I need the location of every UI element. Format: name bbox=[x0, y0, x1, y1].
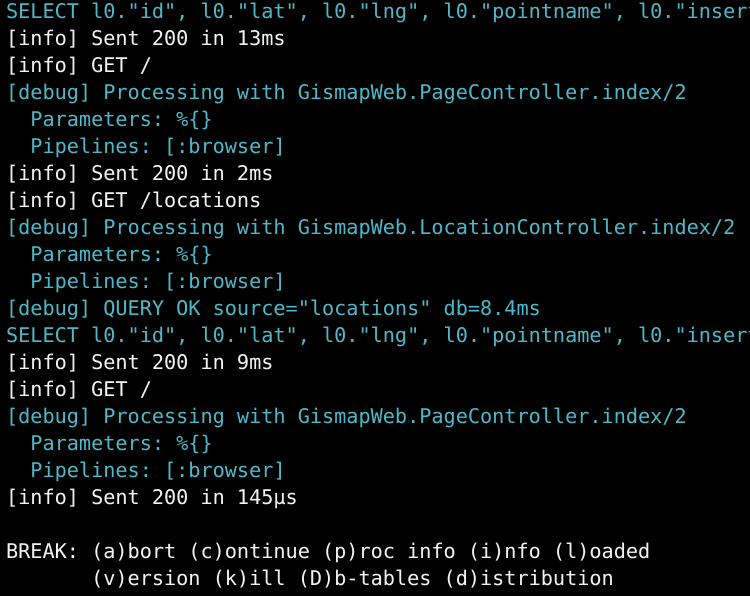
log-line-debug-parameters: Parameters: %{} bbox=[6, 242, 213, 266]
log-line-debug-query: [debug] QUERY OK source="locations" db=8… bbox=[6, 296, 541, 320]
log-line-debug: [debug] Processing with GismapWeb.PageCo… bbox=[6, 404, 687, 428]
log-line-info: [info] Sent 200 in 13ms bbox=[6, 26, 286, 50]
log-line-debug-pipelines: Pipelines: [:browser] bbox=[6, 458, 286, 482]
log-line-debug-pipelines: Pipelines: [:browser] bbox=[6, 269, 286, 293]
log-line-debug: [debug] Processing with GismapWeb.Locati… bbox=[6, 215, 736, 239]
log-line-sql-query: SELECT l0."id", l0."lat", l0."lng", l0."… bbox=[6, 0, 750, 23]
log-line-debug: [debug] Processing with GismapWeb.PageCo… bbox=[6, 80, 687, 104]
log-line-info: [info] GET /locations bbox=[6, 188, 262, 212]
log-line-debug-parameters: Parameters: %{} bbox=[6, 107, 213, 131]
log-line-info: [info] Sent 200 in 2ms bbox=[6, 161, 274, 185]
break-menu-line: (v)ersion (k)ill (D)b-tables (d)istribut… bbox=[6, 566, 614, 590]
log-line-debug-pipelines: Pipelines: [:browser] bbox=[6, 134, 286, 158]
log-line-sql-query: SELECT l0."id", l0."lat", l0."lng", l0."… bbox=[6, 323, 750, 347]
break-menu-line: BREAK: (a)bort (c)ontinue (p)roc info (i… bbox=[6, 539, 651, 563]
log-line-info: [info] Sent 200 in 145µs bbox=[6, 485, 298, 509]
log-line-debug-parameters: Parameters: %{} bbox=[6, 431, 213, 455]
terminal-window[interactable]: SELECT l0."id", l0."lat", l0."lng", l0."… bbox=[0, 0, 750, 596]
log-line-info: [info] GET / bbox=[6, 53, 152, 77]
log-line-info: [info] Sent 200 in 9ms bbox=[6, 350, 274, 374]
log-line-info: [info] GET / bbox=[6, 377, 152, 401]
